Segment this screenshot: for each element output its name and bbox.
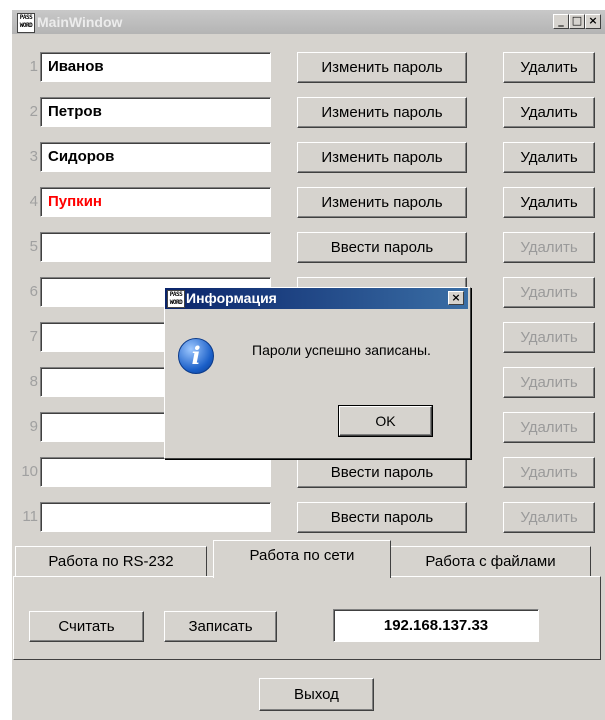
password-app-icon: PASS WORD xyxy=(167,290,185,308)
delete-button[interactable]: Удалить xyxy=(503,187,595,218)
row-number: 5 xyxy=(29,238,38,255)
user-name-field[interactable]: Сидоров xyxy=(40,142,271,172)
dialog-title: Информация xyxy=(186,290,277,306)
exit-button[interactable]: Выход xyxy=(259,678,374,711)
write-button[interactable]: Записать xyxy=(164,611,277,642)
tab-files[interactable]: Работа с файлами xyxy=(391,546,591,576)
delete-button[interactable]: Удалить xyxy=(503,142,595,173)
password-action-button[interactable]: Изменить пароль xyxy=(297,142,467,173)
row-number: 6 xyxy=(29,283,38,300)
row-number: 2 xyxy=(29,103,38,120)
ok-button[interactable]: OK xyxy=(338,405,433,437)
user-name-field[interactable] xyxy=(40,232,271,262)
password-app-icon: PASS WORD xyxy=(17,13,35,33)
row-number: 3 xyxy=(29,148,38,165)
delete-button[interactable]: Удалить xyxy=(503,52,595,83)
password-action-button[interactable]: Изменить пароль xyxy=(297,52,467,83)
password-action-button[interactable]: Ввести пароль xyxy=(297,502,467,533)
maximize-button[interactable]: □ xyxy=(569,14,585,29)
dialog-close-button[interactable]: × xyxy=(448,291,464,305)
information-icon: i xyxy=(178,338,214,374)
password-action-button[interactable]: Ввести пароль xyxy=(297,232,467,263)
delete-button[interactable]: Удалить xyxy=(503,367,595,398)
dialog-message: Пароли успешно записаны. xyxy=(252,342,431,358)
ip-address-field[interactable]: 192.168.137.33 xyxy=(333,609,539,642)
password-action-button[interactable]: Изменить пароль xyxy=(297,187,467,218)
row-number: 10 xyxy=(21,463,38,480)
delete-button[interactable]: Удалить xyxy=(503,412,595,443)
delete-button[interactable]: Удалить xyxy=(503,232,595,263)
tab-rs232[interactable]: Работа по RS-232 xyxy=(15,546,207,576)
user-name-field[interactable]: Иванов xyxy=(40,52,271,82)
main-window: PASS WORD MainWindow _ □ × 1 Иванов Измени… xyxy=(12,10,605,720)
delete-button[interactable]: Удалить xyxy=(503,277,595,308)
info-dialog: PASS WORD Информация × i Пароли успешно … xyxy=(164,287,471,459)
delete-button[interactable]: Удалить xyxy=(503,322,595,353)
title-bar[interactable]: PASS WORD MainWindow _ □ × xyxy=(12,10,605,34)
row-number: 7 xyxy=(29,328,38,345)
user-name-field[interactable]: Петров xyxy=(40,97,271,127)
read-button[interactable]: Считать xyxy=(29,611,144,642)
user-name-field[interactable]: Пупкин xyxy=(40,187,271,217)
delete-button[interactable]: Удалить xyxy=(503,457,595,488)
user-name-field[interactable] xyxy=(40,457,271,487)
password-action-button[interactable]: Изменить пароль xyxy=(297,97,467,128)
row-number: 9 xyxy=(29,418,38,435)
dialog-title-bar[interactable]: PASS WORD Информация × xyxy=(165,288,468,309)
delete-button[interactable]: Удалить xyxy=(503,97,595,128)
close-button[interactable]: × xyxy=(585,14,601,29)
row-number: 4 xyxy=(29,193,38,210)
row-number: 1 xyxy=(29,58,38,75)
user-name-field[interactable] xyxy=(40,502,271,532)
delete-button[interactable]: Удалить xyxy=(503,502,595,533)
row-number: 8 xyxy=(29,373,38,390)
tab-network[interactable]: Работа по сети xyxy=(213,540,391,578)
row-number: 11 xyxy=(22,508,38,525)
password-action-button[interactable]: Ввести пароль xyxy=(297,457,467,488)
window-title: MainWindow xyxy=(37,14,123,30)
minimize-button[interactable]: _ xyxy=(553,14,569,29)
